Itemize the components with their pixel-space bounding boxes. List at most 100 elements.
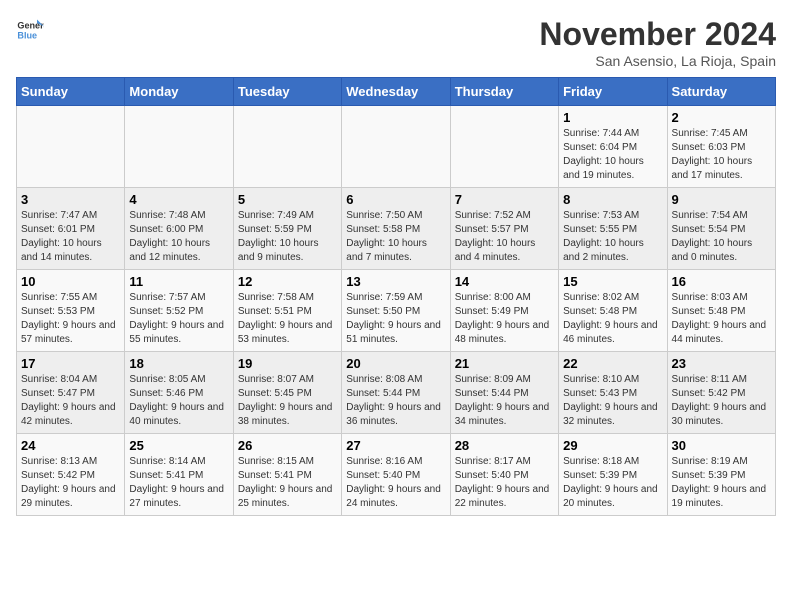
day-number: 27 (346, 438, 445, 453)
day-number: 8 (563, 192, 662, 207)
day-info: Sunrise: 7:59 AM Sunset: 5:50 PM Dayligh… (346, 291, 445, 347)
day-info: Sunrise: 8:07 AM Sunset: 5:45 PM Dayligh… (238, 373, 337, 429)
day-number: 26 (238, 438, 337, 453)
calendar-cell: 18Sunrise: 8:05 AM Sunset: 5:46 PM Dayli… (125, 352, 233, 434)
day-number: 21 (455, 356, 554, 371)
calendar-cell: 20 Sunrise: 8:08 AM Sunset: 5:44 PM Dayli… (342, 352, 450, 434)
calendar-cell: 24Sunrise: 8:13 AM Sunset: 5:42 PM Dayli… (17, 434, 125, 516)
day-info: Sunrise: 7:55 AM Sunset: 5:53 PM Dayligh… (21, 291, 120, 347)
calendar-header-row: SundayMondayTuesdayWednesdayThursdayFrid… (17, 78, 776, 106)
day-info: Sunrise: 7:54 AM Sunset: 5:54 PM Dayligh… (672, 209, 771, 265)
calendar-cell: 2Sunrise: 7:45 AM Sunset: 6:03 PM Daylig… (667, 106, 775, 188)
day-info: Sunrise: 7:48 AM Sunset: 6:00 PM Dayligh… (129, 209, 228, 265)
calendar-cell: 11 Sunrise: 7:57 AM Sunset: 5:52 PM Dayli… (125, 270, 233, 352)
calendar-week-row: 24Sunrise: 8:13 AM Sunset: 5:42 PM Dayli… (17, 434, 776, 516)
calendar-week-row: 1Sunrise: 7:44 AM Sunset: 6:04 PM Daylig… (17, 106, 776, 188)
day-of-week-header: Friday (559, 78, 667, 106)
calendar-cell: 26Sunrise: 8:15 AM Sunset: 5:41 PM Dayli… (233, 434, 341, 516)
day-number: 23 (672, 356, 771, 371)
day-number: 29 (563, 438, 662, 453)
day-number: 30 (672, 438, 771, 453)
day-number: 3 (21, 192, 120, 207)
calendar-week-row: 3 Sunrise: 7:47 AM Sunset: 6:01 PM Daylig… (17, 188, 776, 270)
calendar-cell: 16 Sunrise: 8:03 AM Sunset: 5:48 PM Dayli… (667, 270, 775, 352)
calendar-cell: 22 Sunrise: 8:10 AM Sunset: 5:43 PM Dayli… (559, 352, 667, 434)
day-number: 9 (672, 192, 771, 207)
day-number: 4 (129, 192, 228, 207)
calendar-cell: 14 Sunrise: 8:00 AM Sunset: 5:49 PM Dayli… (450, 270, 558, 352)
location: San Asensio, La Rioja, Spain (539, 53, 776, 69)
day-number: 22 (563, 356, 662, 371)
calendar-cell (342, 106, 450, 188)
calendar-cell: 30Sunrise: 8:19 AM Sunset: 5:39 PM Dayli… (667, 434, 775, 516)
svg-text:Blue: Blue (17, 30, 37, 40)
calendar-cell: 4 Sunrise: 7:48 AM Sunset: 6:00 PM Daylig… (125, 188, 233, 270)
day-info: Sunrise: 7:57 AM Sunset: 5:52 PM Dayligh… (129, 291, 228, 347)
calendar-cell: 17 Sunrise: 8:04 AM Sunset: 5:47 PM Dayli… (17, 352, 125, 434)
day-info: Sunrise: 8:10 AM Sunset: 5:43 PM Dayligh… (563, 373, 662, 429)
calendar-cell: 3 Sunrise: 7:47 AM Sunset: 6:01 PM Daylig… (17, 188, 125, 270)
calendar-cell: 23 Sunrise: 8:11 AM Sunset: 5:42 PM Dayli… (667, 352, 775, 434)
calendar-week-row: 17 Sunrise: 8:04 AM Sunset: 5:47 PM Dayli… (17, 352, 776, 434)
day-info: Sunrise: 7:58 AM Sunset: 5:51 PM Dayligh… (238, 291, 337, 347)
day-number: 7 (455, 192, 554, 207)
day-info: Sunrise: 8:11 AM Sunset: 5:42 PM Dayligh… (672, 373, 771, 429)
calendar-cell: 13Sunrise: 7:59 AM Sunset: 5:50 PM Dayli… (342, 270, 450, 352)
calendar-cell: 25 Sunrise: 8:14 AM Sunset: 5:41 PM Dayli… (125, 434, 233, 516)
header-area: General Blue November 2024 San Asensio, … (16, 16, 776, 69)
calendar-cell: 1Sunrise: 7:44 AM Sunset: 6:04 PM Daylig… (559, 106, 667, 188)
day-info: Sunrise: 8:08 AM Sunset: 5:44 PM Dayligh… (346, 373, 445, 429)
day-info: Sunrise: 8:03 AM Sunset: 5:48 PM Dayligh… (672, 291, 771, 347)
day-info: Sunrise: 7:49 AM Sunset: 5:59 PM Dayligh… (238, 209, 337, 265)
day-info: Sunrise: 7:53 AM Sunset: 5:55 PM Dayligh… (563, 209, 662, 265)
day-info: Sunrise: 8:14 AM Sunset: 5:41 PM Dayligh… (129, 455, 228, 511)
day-number: 25 (129, 438, 228, 453)
month-title: November 2024 (539, 16, 776, 53)
day-info: Sunrise: 8:17 AM Sunset: 5:40 PM Dayligh… (455, 455, 554, 511)
calendar-cell: 27Sunrise: 8:16 AM Sunset: 5:40 PM Dayli… (342, 434, 450, 516)
day-of-week-header: Thursday (450, 78, 558, 106)
logo-icon: General Blue (16, 16, 44, 44)
calendar-cell: 7Sunrise: 7:52 AM Sunset: 5:57 PM Daylig… (450, 188, 558, 270)
calendar-cell: 8 Sunrise: 7:53 AM Sunset: 5:55 PM Daylig… (559, 188, 667, 270)
calendar-cell: 6 Sunrise: 7:50 AM Sunset: 5:58 PM Daylig… (342, 188, 450, 270)
day-info: Sunrise: 8:04 AM Sunset: 5:47 PM Dayligh… (21, 373, 120, 429)
calendar-cell: 21Sunrise: 8:09 AM Sunset: 5:44 PM Dayli… (450, 352, 558, 434)
logo: General Blue (16, 16, 44, 44)
day-of-week-header: Saturday (667, 78, 775, 106)
day-number: 5 (238, 192, 337, 207)
calendar-cell: 15 Sunrise: 8:02 AM Sunset: 5:48 PM Dayli… (559, 270, 667, 352)
day-info: Sunrise: 7:44 AM Sunset: 6:04 PM Dayligh… (563, 127, 662, 183)
day-number: 14 (455, 274, 554, 289)
calendar-cell: 29 Sunrise: 8:18 AM Sunset: 5:39 PM Dayli… (559, 434, 667, 516)
calendar-cell (450, 106, 558, 188)
calendar-cell: 12Sunrise: 7:58 AM Sunset: 5:51 PM Dayli… (233, 270, 341, 352)
day-number: 17 (21, 356, 120, 371)
day-number: 6 (346, 192, 445, 207)
svg-text:General: General (17, 21, 44, 31)
day-of-week-header: Tuesday (233, 78, 341, 106)
day-number: 10 (21, 274, 120, 289)
day-number: 18 (129, 356, 228, 371)
day-info: Sunrise: 8:00 AM Sunset: 5:49 PM Dayligh… (455, 291, 554, 347)
day-info: Sunrise: 7:50 AM Sunset: 5:58 PM Dayligh… (346, 209, 445, 265)
calendar-cell: 5 Sunrise: 7:49 AM Sunset: 5:59 PM Daylig… (233, 188, 341, 270)
day-info: Sunrise: 7:47 AM Sunset: 6:01 PM Dayligh… (21, 209, 120, 265)
day-number: 16 (672, 274, 771, 289)
day-number: 28 (455, 438, 554, 453)
day-number: 20 (346, 356, 445, 371)
day-info: Sunrise: 8:13 AM Sunset: 5:42 PM Dayligh… (21, 455, 120, 511)
day-of-week-header: Monday (125, 78, 233, 106)
calendar-cell: 19Sunrise: 8:07 AM Sunset: 5:45 PM Dayli… (233, 352, 341, 434)
calendar-cell (17, 106, 125, 188)
calendar-cell: 28 Sunrise: 8:17 AM Sunset: 5:40 PM Dayli… (450, 434, 558, 516)
day-number: 15 (563, 274, 662, 289)
calendar-table: SundayMondayTuesdayWednesdayThursdayFrid… (16, 77, 776, 516)
calendar-week-row: 10 Sunrise: 7:55 AM Sunset: 5:53 PM Dayli… (17, 270, 776, 352)
calendar-cell (233, 106, 341, 188)
day-number: 2 (672, 110, 771, 125)
day-info: Sunrise: 8:18 AM Sunset: 5:39 PM Dayligh… (563, 455, 662, 511)
day-info: Sunrise: 8:02 AM Sunset: 5:48 PM Dayligh… (563, 291, 662, 347)
day-number: 11 (129, 274, 228, 289)
calendar-cell (125, 106, 233, 188)
